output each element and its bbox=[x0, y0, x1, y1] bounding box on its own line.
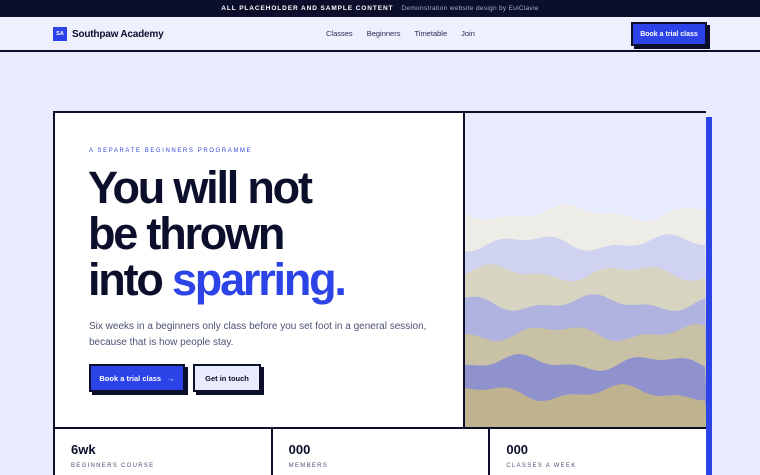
hero-lede: Six weeks in a beginners only class befo… bbox=[89, 321, 427, 348]
headline-line-1: You will not bbox=[88, 162, 313, 213]
headline-line-2: be thrown bbox=[88, 208, 285, 259]
nav-item-timetable[interactable]: Timetable bbox=[414, 29, 447, 38]
book-trial-label: Book a trial class bbox=[99, 373, 162, 383]
announcement-notice: ALL PLACEHOLDER AND SAMPLE CONTENT bbox=[221, 5, 394, 12]
stat-value: 000 bbox=[288, 442, 311, 457]
logo-mark-icon: SA bbox=[53, 27, 67, 41]
announcement-credit: Demonstration website design by EulClavi… bbox=[401, 5, 539, 12]
stat-value: 000 bbox=[506, 442, 529, 457]
hero-eyebrow: A SEPARATE BEGINNERS PROGRAMME bbox=[89, 148, 253, 154]
book-trial-button[interactable]: Book a trial class → bbox=[89, 364, 185, 392]
brand-logo[interactable]: SA Southpaw Academy bbox=[53, 27, 164, 41]
announcement-bar: ALL PLACEHOLDER AND SAMPLE CONTENT Demon… bbox=[0, 0, 760, 17]
stat-label: BEGINNERS COURSE bbox=[71, 463, 155, 469]
nav-item-classes[interactable]: Classes bbox=[326, 29, 353, 38]
nav-item-join[interactable]: Join bbox=[461, 29, 475, 38]
arrow-right-icon: → bbox=[167, 373, 175, 383]
book-trial-header-button[interactable]: Book a trial class bbox=[631, 22, 707, 46]
wave-artwork-image bbox=[465, 204, 706, 427]
stat-beginners-course: 6wk BEGINNERS COURSE bbox=[55, 429, 273, 475]
headline-accent: sparring. bbox=[171, 254, 347, 305]
get-in-touch-button[interactable]: Get in touch bbox=[193, 364, 261, 392]
stats-strip: 6wk BEGINNERS COURSE 000 MEMBERS 000 CLA… bbox=[55, 427, 706, 475]
main-nav: Classes Beginners Timetable Join bbox=[326, 29, 475, 38]
stat-label: CLASSES A WEEK bbox=[506, 463, 577, 469]
hero-artwork bbox=[463, 113, 706, 427]
hero-section: A SEPARATE BEGINNERS PROGRAMME You will … bbox=[53, 111, 706, 475]
stat-label: MEMBERS bbox=[288, 463, 329, 469]
stat-classes-a-week: 000 CLASSES A WEEK bbox=[490, 429, 706, 475]
hero-headline: You will not be thrown into sparring. bbox=[88, 162, 347, 305]
nav-item-beginners[interactable]: Beginners bbox=[367, 29, 401, 38]
brand-name: Southpaw Academy bbox=[72, 28, 164, 40]
site-header: SA Southpaw Academy Classes Beginners Ti… bbox=[0, 17, 760, 52]
headline-line-3: into bbox=[88, 254, 164, 305]
stat-value: 6wk bbox=[71, 442, 96, 457]
stat-members: 000 MEMBERS bbox=[273, 429, 491, 475]
hero-content: A SEPARATE BEGINNERS PROGRAMME You will … bbox=[55, 113, 463, 427]
